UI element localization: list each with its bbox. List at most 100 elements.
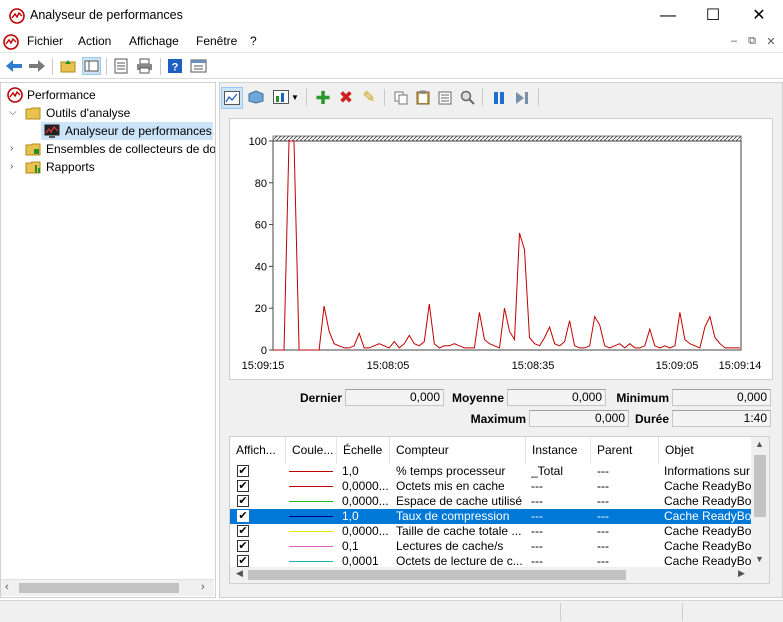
column-header-object[interactable]: Objet (659, 437, 752, 464)
scale-cell: 0,0000... (342, 479, 389, 493)
chevron-down-icon[interactable]: ⌵ (9, 104, 17, 122)
scroll-thumb[interactable] (19, 583, 179, 593)
mdi-minimize-button[interactable]: – (727, 35, 741, 47)
menu-fenetre[interactable]: Fenêtre (196, 34, 237, 48)
print-icon[interactable] (136, 58, 153, 74)
tree-item-collectors[interactable]: › Ensembles de collecteurs de don (5, 140, 215, 158)
tree-item-performance-monitor[interactable]: Analyseur de performances (41, 122, 213, 140)
pause-button[interactable] (488, 87, 510, 109)
minimize-button[interactable]: — (645, 0, 691, 31)
column-header-parent[interactable]: Parent (591, 437, 659, 464)
show-checkbox[interactable]: ✔ (237, 525, 249, 537)
zoom-button[interactable] (456, 87, 478, 109)
stat-max-label: Maximum (470, 412, 526, 426)
menu-action[interactable]: Action (78, 34, 111, 48)
column-header-color[interactable]: Coule... (286, 437, 337, 464)
stat-avg-value: 0,000 (507, 389, 606, 406)
counter-row[interactable]: ✔ 0,0000... Espace de cache utilisé --- … (230, 494, 752, 509)
toolbar-separator (106, 58, 107, 75)
show-checkbox[interactable]: ✔ (237, 495, 249, 507)
highlight-button[interactable]: ✎ (358, 87, 380, 109)
freeze-display-button[interactable] (245, 87, 267, 109)
counter-row-selected[interactable]: ✔ 1,0 Taux de compression --- --- Cache … (230, 509, 752, 524)
tree-item-performance[interactable]: Performance (5, 86, 215, 104)
menu-fichier[interactable]: Fichier (27, 34, 63, 48)
copy-properties-button[interactable] (390, 87, 412, 109)
mdi-close-button[interactable]: ✕ (764, 35, 778, 48)
show-checkbox[interactable]: ✔ (237, 540, 249, 552)
console-view-icon[interactable] (190, 58, 207, 74)
toolbar-separator (482, 89, 483, 106)
title-bar: Analyseur de performances — ☐ ✕ (0, 0, 783, 31)
chevron-right-icon[interactable]: › (10, 140, 13, 158)
show-checkbox[interactable]: ✔ (237, 510, 249, 522)
close-button[interactable]: ✕ (736, 0, 782, 31)
y-tick-label: 100 (249, 136, 267, 148)
perfmon-mdi-icon[interactable] (3, 34, 19, 50)
add-counter-button[interactable]: ✚ (312, 87, 334, 109)
properties-icon[interactable] (113, 58, 129, 74)
delete-x-icon: ✖ (338, 88, 354, 107)
help-icon[interactable]: ? (167, 58, 183, 74)
x-tick-label: 15:09:14 (719, 360, 762, 372)
y-tick-label: 40 (255, 261, 267, 273)
properties-button[interactable] (434, 87, 456, 109)
counter-cell: Octets mis en cache (396, 479, 505, 493)
show-checkbox[interactable]: ✔ (237, 555, 249, 567)
instance-cell: --- (531, 524, 543, 538)
back-arrow-icon[interactable] (5, 59, 23, 73)
show-checkbox[interactable]: ✔ (237, 465, 249, 477)
scroll-left-icon[interactable]: ‹ (5, 581, 9, 593)
scroll-thumb[interactable] (248, 570, 626, 580)
view-graph-button[interactable] (221, 87, 243, 109)
mdi-restore-button[interactable]: ⧉ (745, 35, 759, 48)
tree-item-reports[interactable]: › Rapports (5, 158, 215, 176)
chart-monitor-icon (44, 124, 60, 138)
folder-up-icon[interactable] (60, 58, 76, 74)
counter-row[interactable]: ✔ 1,0 % temps processeur _Total --- Info… (230, 464, 752, 479)
counter-row[interactable]: ✔ 0,0000... Taille de cache totale ... -… (230, 524, 752, 539)
update-data-button[interactable] (511, 87, 533, 109)
counter-cell: Taux de compression (396, 509, 510, 523)
scroll-right-icon[interactable]: ▶ (738, 568, 745, 579)
counter-list: Affich... Coule... Échelle Compteur Inst… (229, 436, 770, 584)
line-graph-icon (224, 91, 240, 105)
counter-list-vertical-scrollbar[interactable]: ▲ ▼ (751, 437, 769, 567)
change-graph-type-button[interactable]: ▼ (269, 87, 301, 109)
show-hide-tree-icon[interactable] (82, 57, 101, 75)
color-swatch (289, 471, 333, 472)
collector-folder-icon (25, 143, 41, 156)
forward-arrow-icon[interactable] (28, 59, 46, 73)
scroll-thumb[interactable] (754, 455, 766, 517)
maximize-button[interactable]: ☐ (690, 0, 736, 31)
x-tick-label: 15:08:35 (512, 360, 555, 372)
counter-row[interactable]: ✔ 0,1 Lectures de cache/s --- --- Cache … (230, 539, 752, 554)
stat-last-label: Dernier (299, 391, 342, 405)
column-header-instance[interactable]: Instance (526, 437, 591, 464)
object-cell: Cache ReadyBoo (664, 494, 752, 508)
parent-cell: --- (597, 509, 609, 523)
column-header-show[interactable]: Affich... (230, 437, 286, 464)
tree-horizontal-scrollbar[interactable]: ‹ › (1, 579, 214, 596)
status-divider (682, 603, 683, 621)
scroll-up-icon[interactable]: ▲ (755, 439, 764, 449)
tree-item-tools[interactable]: ⌵ Outils d'analyse (5, 104, 215, 122)
scroll-down-icon[interactable]: ▼ (755, 554, 764, 564)
delete-counter-button[interactable]: ✖ (335, 87, 357, 109)
stat-duration-label: Durée (634, 412, 669, 426)
perfmon-toolbar: ▼ ✚ ✖ ✎ (220, 85, 780, 111)
chevron-right-icon[interactable]: › (10, 158, 13, 176)
column-header-counter[interactable]: Compteur (390, 437, 526, 464)
menu-bar: Fichier Action Affichage Fenêtre ? – ⧉ ✕ (0, 31, 783, 53)
show-checkbox[interactable]: ✔ (237, 480, 249, 492)
counter-list-horizontal-scrollbar[interactable]: ◀ ▶ (230, 567, 769, 583)
column-header-scale[interactable]: Échelle (337, 437, 390, 464)
menu-help[interactable]: ? (250, 34, 257, 48)
scroll-right-icon[interactable]: › (201, 581, 205, 593)
performance-line-chart[interactable]: 0 20 40 60 80 100 15:09:15 15:08:05 15:08:35 15:0… (230, 119, 774, 381)
menu-affichage[interactable]: Affichage (129, 34, 179, 48)
counter-row[interactable]: ✔ 0,0000... Octets mis en cache --- --- … (230, 479, 752, 494)
paste-counter-list-button[interactable] (412, 87, 434, 109)
scroll-left-icon[interactable]: ◀ (236, 568, 243, 579)
parent-cell: --- (597, 494, 609, 508)
